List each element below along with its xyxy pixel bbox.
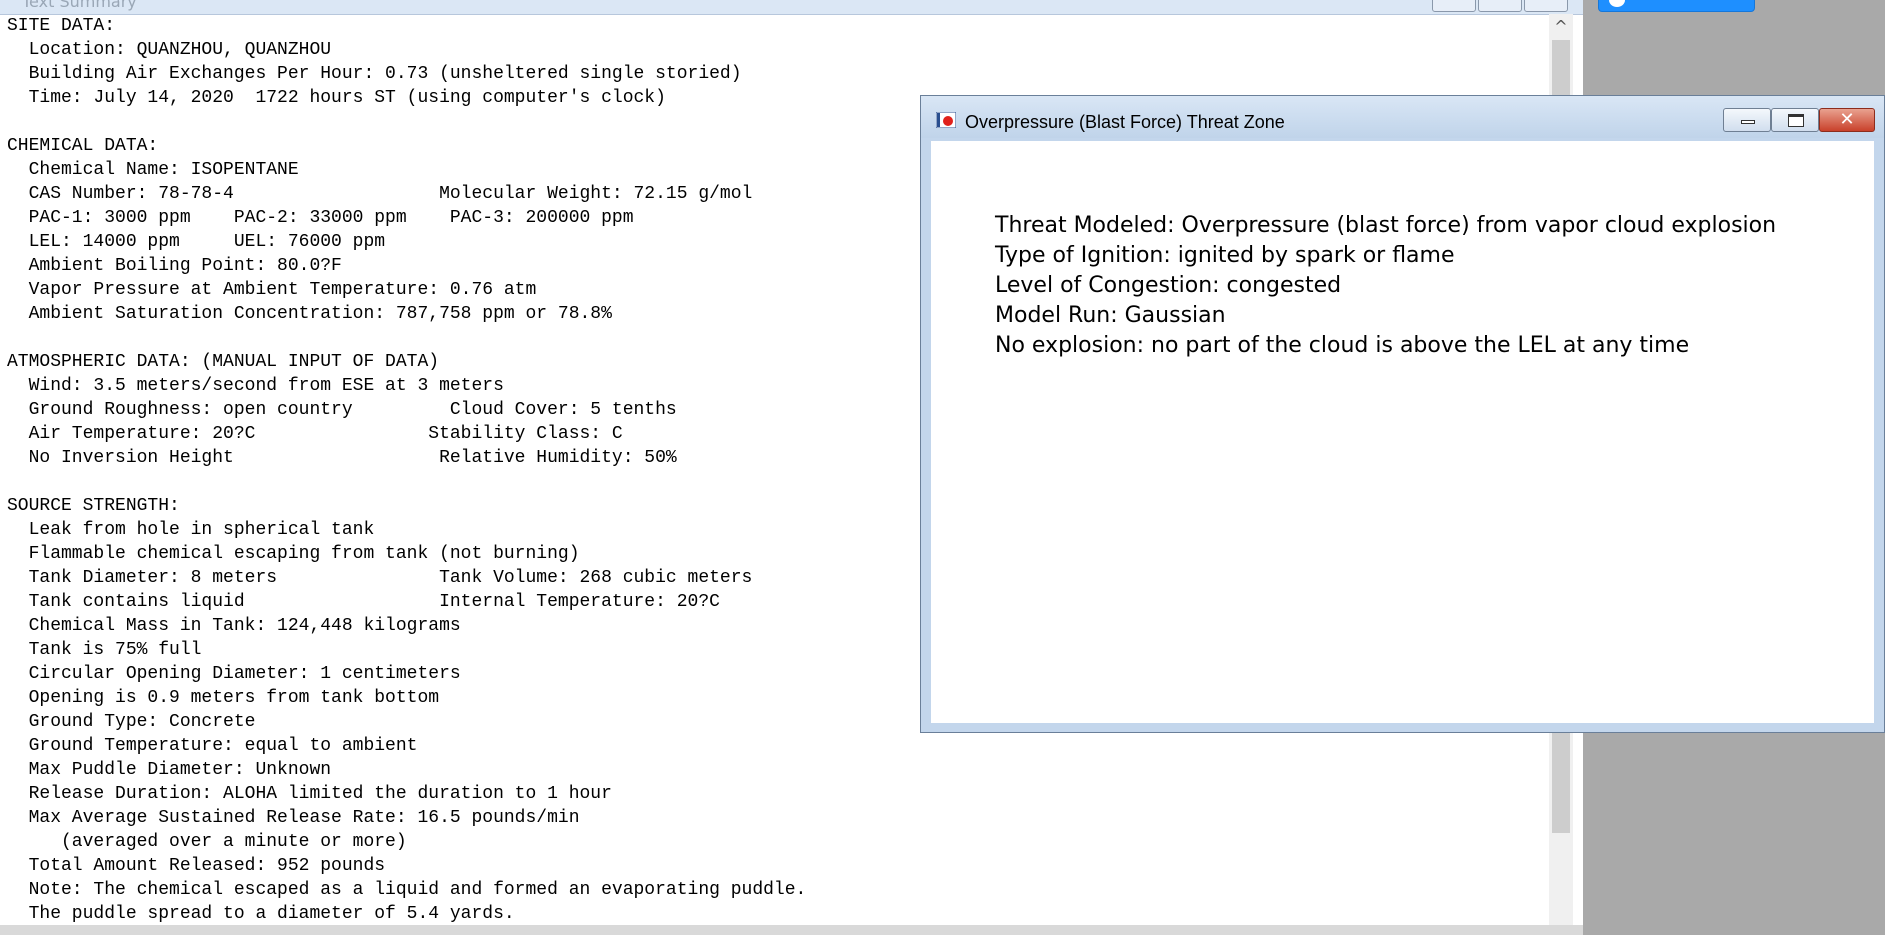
summary-maximize-button[interactable] (1478, 0, 1522, 12)
summary-line: The puddle spread to a diameter of 5.4 y… (7, 904, 515, 924)
summary-line: CHEMICAL DATA: (7, 136, 159, 156)
summary-line: Max Puddle Diameter: Unknown (7, 760, 332, 780)
summary-line: SITE DATA: (7, 16, 116, 36)
summary-line: Ground Type: Concrete (7, 712, 256, 732)
summary-minimize-button[interactable] (1432, 0, 1476, 12)
summary-line: Leak from hole in spherical tank (7, 520, 375, 540)
summary-line: ATMOSPHERIC DATA: (MANUAL INPUT OF DATA) (7, 352, 440, 372)
threat-modeled-line: Threat Modeled: Overpressure (blast forc… (995, 213, 1777, 238)
summary-line: Time: July 14, 2020 1722 hours ST (using… (7, 88, 666, 108)
summary-line: Ground Temperature: equal to ambient (7, 736, 418, 756)
summary-line: Circular Opening Diameter: 1 centimeters (7, 664, 461, 684)
summary-line: Note: The chemical escaped as a liquid a… (7, 880, 807, 900)
app-icon (936, 112, 956, 128)
summary-line: Tank is 75% full (7, 640, 202, 660)
threat-window-titlebar[interactable]: Overpressure (Blast Force) Threat Zone ✕ (921, 96, 1884, 138)
button-icon (1609, 0, 1625, 7)
threat-zone-text: Threat Modeled: Overpressure (blast forc… (995, 211, 1776, 361)
summary-line: Tank contains liquid Internal Temperatur… (7, 592, 720, 612)
summary-text-body: SITE DATA: Location: QUANZHOU, QUANZHOU … (7, 14, 806, 926)
summary-line: Wind: 3.5 meters/second from ESE at 3 me… (7, 376, 504, 396)
summary-line: LEL: 14000 ppm UEL: 76000 ppm (7, 232, 386, 252)
summary-line: Total Amount Released: 952 pounds (7, 856, 386, 876)
summary-line: Ambient Saturation Concentration: 787,75… (7, 304, 612, 324)
summary-line: Ambient Boiling Point: 80.0?F (7, 256, 342, 276)
threat-zone-window: Overpressure (Blast Force) Threat Zone ✕… (920, 95, 1885, 733)
top-right-accent-button[interactable] (1598, 0, 1755, 12)
threat-window-title: Overpressure (Blast Force) Threat Zone (965, 112, 1285, 132)
summary-line: Chemical Mass in Tank: 124,448 kilograms (7, 616, 461, 636)
summary-line: SOURCE STRENGTH: (7, 496, 180, 516)
summary-line: Chemical Name: ISOPENTANE (7, 160, 299, 180)
summary-line: PAC-1: 3000 ppm PAC-2: 33000 ppm PAC-3: … (7, 208, 634, 228)
minimize-icon[interactable] (1723, 108, 1771, 132)
threat-zone-content: Threat Modeled: Overpressure (blast forc… (931, 141, 1874, 723)
summary-line: Ground Roughness: open country Cloud Cov… (7, 400, 677, 420)
summary-line: Flammable chemical escaping from tank (n… (7, 544, 580, 564)
summary-line: No Inversion Height Relative Humidity: 5… (7, 448, 677, 468)
summary-line: Building Air Exchanges Per Hour: 0.73 (u… (7, 64, 742, 84)
explosion-result-line: No explosion: no part of the cloud is ab… (995, 333, 1690, 358)
summary-titlebar[interactable]: Text Summary (0, 0, 1583, 15)
summary-close-button[interactable] (1524, 0, 1568, 12)
close-icon[interactable]: ✕ (1819, 108, 1875, 132)
summary-line: Opening is 0.9 meters from tank bottom (7, 688, 440, 708)
summary-line: (averaged over a minute or more) (7, 832, 407, 852)
summary-line: Tank Diameter: 8 meters Tank Volume: 268… (7, 568, 753, 588)
scroll-up-icon[interactable]: ^ (1549, 14, 1573, 40)
summary-bottom-edge (0, 925, 1583, 935)
summary-line: Air Temperature: 20?C Stability Class: C (7, 424, 623, 444)
summary-line: CAS Number: 78-78-4 Molecular Weight: 72… (7, 184, 753, 204)
summary-line: Vapor Pressure at Ambient Temperature: 0… (7, 280, 537, 300)
model-run-line: Model Run: Gaussian (995, 303, 1226, 328)
ignition-type-line: Type of Ignition: ignited by spark or fl… (995, 243, 1455, 268)
summary-window-title: Text Summary (22, 0, 137, 11)
summary-line: Max Average Sustained Release Rate: 16.5… (7, 808, 580, 828)
summary-line: Release Duration: ALOHA limited the dura… (7, 784, 612, 804)
congestion-level-line: Level of Congestion: congested (995, 273, 1342, 298)
summary-line: Location: QUANZHOU, QUANZHOU (7, 40, 332, 60)
close-glyph: ✕ (1839, 109, 1855, 130)
maximize-icon[interactable] (1771, 108, 1819, 132)
